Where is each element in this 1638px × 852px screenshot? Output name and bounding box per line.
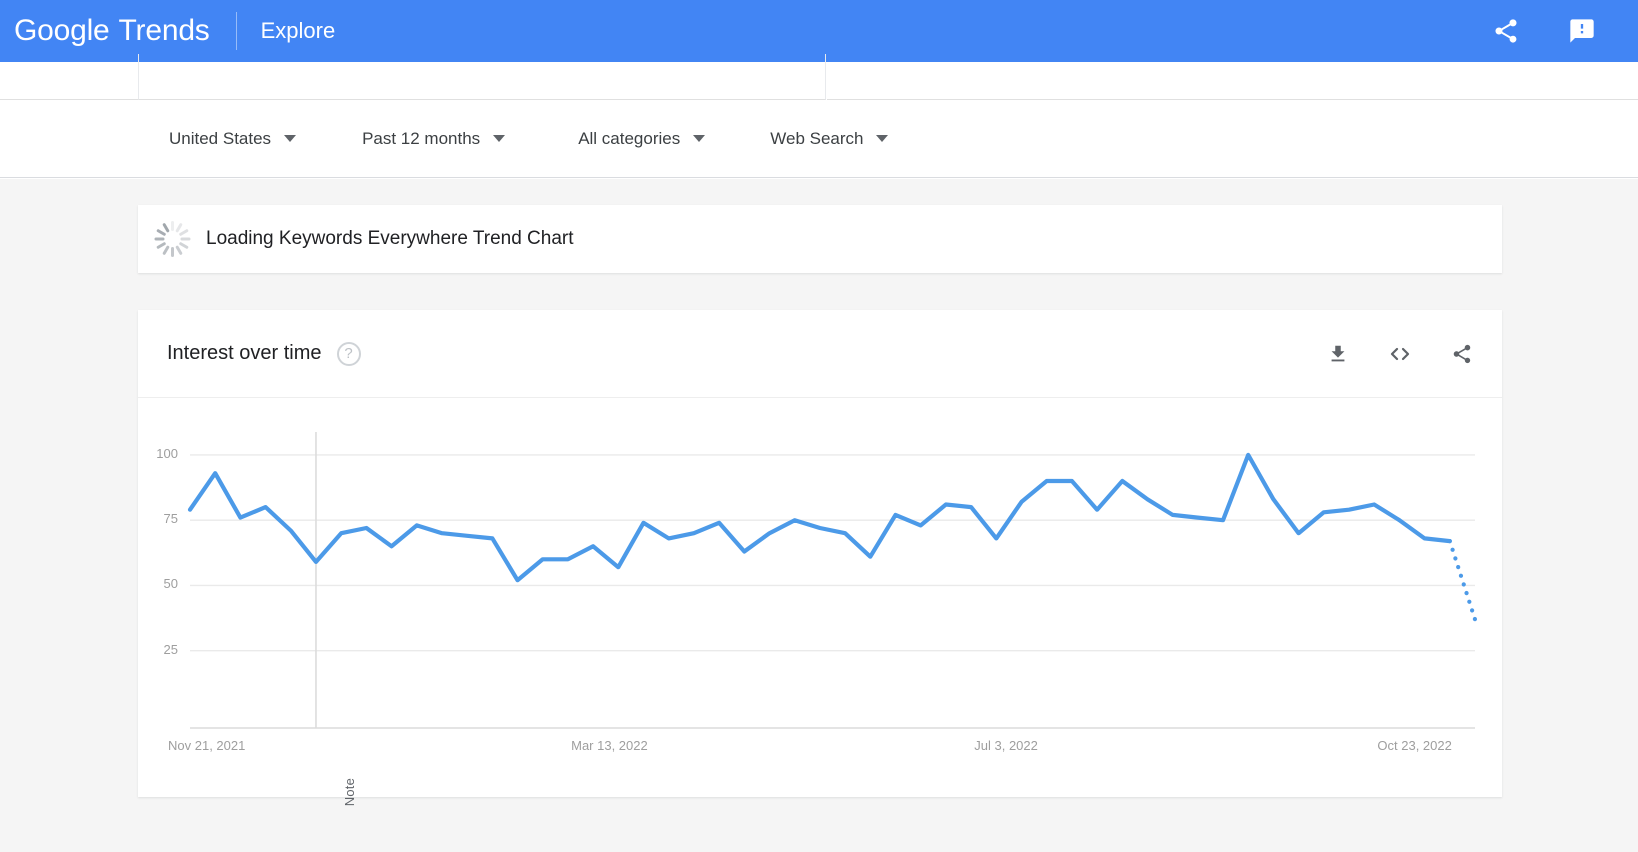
filter-time-range-label: Past 12 months [362,128,481,148]
header-actions [1488,13,1600,49]
y-axis-tick-label: 25 [163,641,178,657]
logo-trends-text: Trends [118,14,210,47]
chevron-down-icon [493,135,506,142]
search-terms-row [0,54,1638,100]
header-divider [235,12,237,50]
loading-spinner-icon [152,219,192,259]
share-icon[interactable] [1488,13,1524,49]
chart-action-buttons [1320,336,1480,372]
chevron-down-icon [284,135,297,142]
y-axis-tick-label: 100 [156,445,178,461]
search-term-cell-1[interactable] [138,54,826,100]
feedback-icon[interactable] [1564,13,1600,49]
loading-status-text: Loading Keywords Everywhere Trend Chart [206,228,574,249]
x-axis-tick-label: Nov 21, 2021 [168,738,246,753]
filter-bar: United States Past 12 months All categor… [0,100,1638,178]
search-term-cell-2[interactable] [827,54,1501,100]
download-icon[interactable] [1320,336,1356,372]
explore-nav-item[interactable]: Explore [261,18,336,44]
interest-over-time-card: Interest over time ? Note 25 50 75 100 N… [138,310,1502,806]
chart-svg [187,432,1478,729]
filter-search-type-label: Web Search [770,128,864,148]
help-circle-icon[interactable]: ? [336,341,361,366]
page-body: Loading Keywords Everywhere Trend Chart … [0,179,1638,852]
y-axis-tick-label: 75 [163,511,178,527]
keywords-everywhere-loading-card: Loading Keywords Everywhere Trend Chart [138,205,1502,273]
note-annotation-label: Note [342,778,357,807]
logo-google-text: Google [14,14,110,47]
chart-header: Interest over time ? [138,310,1502,398]
app-header: Google Trends Explore [0,0,1638,62]
interest-over-time-chart[interactable]: Note 25 50 75 100 Nov 21, 2021 Mar 13, 2022 J… [138,398,1502,806]
filter-location[interactable]: United States [169,128,297,149]
search-row-right-edge [1501,54,1638,100]
filter-search-type[interactable]: Web Search [770,128,889,149]
x-axis-tick-label: Oct 23, 2022 [1377,738,1452,753]
page-title: Interest over time [167,342,322,364]
embed-code-icon[interactable] [1382,336,1418,372]
chevron-down-icon [693,135,706,142]
filter-time-range[interactable]: Past 12 months [362,128,506,149]
search-row-left-edge [0,54,138,100]
x-axis-tick-label: Jul 3, 2022 [974,738,1038,753]
chevron-down-icon [876,135,889,142]
filter-location-label: United States [169,128,272,148]
filter-category-label: All categories [578,128,681,148]
y-axis-tick-label: 50 [163,576,178,592]
share-icon[interactable] [1444,336,1480,372]
filter-category[interactable]: All categories [578,128,706,149]
google-trends-logo[interactable]: Google Trends [14,14,210,48]
x-axis-tick-label: Mar 13, 2022 [571,738,648,753]
